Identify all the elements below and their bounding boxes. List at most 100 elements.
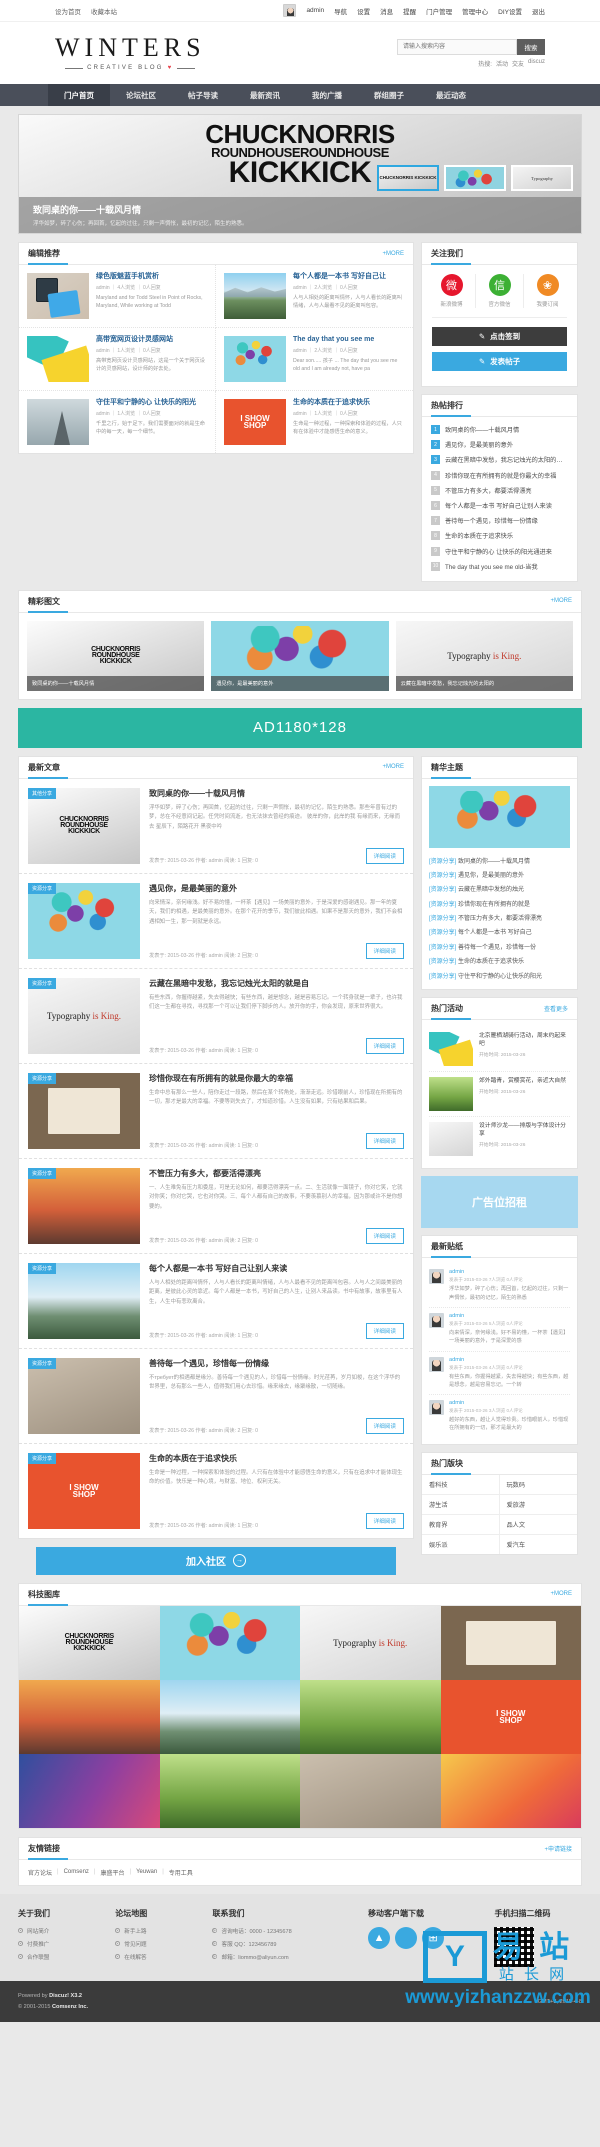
- footer-link[interactable]: ❂ 付费推广: [18, 1940, 115, 1948]
- avatar[interactable]: [429, 1312, 444, 1328]
- nav-item-guide[interactable]: 帖子导读: [172, 84, 234, 106]
- pic-card[interactable]: Typography is King. 云藏在黑暗中发愁，我忘记烛光的太阳的: [395, 620, 573, 691]
- tech-gallery-more[interactable]: +MORE: [550, 1591, 572, 1597]
- article-row[interactable]: 其他分享 CHUCKNORRIS ROUNDHOUSE KICKKICK 致同桌的你—…: [19, 779, 413, 874]
- editor-item-title[interactable]: 绿色版魅蓝手机赏析: [96, 273, 207, 281]
- footer-link[interactable]: ❂ 在线解答: [115, 1953, 212, 1961]
- rank-title[interactable]: 云藏在黑暗中发愁，我忘记烛光的太阳的就是自: [445, 455, 568, 464]
- editor-item-title[interactable]: 高带宽网页设计灵感网站: [96, 336, 207, 344]
- user-avatar-icon[interactable]: [283, 4, 297, 17]
- article-title[interactable]: 每个人都是一本书 写好自己让别人来读: [149, 1263, 404, 1274]
- list-item[interactable]: [资源分享] 珍惜你现在有所拥有的就是: [429, 896, 570, 910]
- article-title[interactable]: 珍惜你现在有所拥有的就是你最大的幸福: [149, 1073, 404, 1084]
- essence-featured-image[interactable]: [429, 785, 570, 848]
- avatar[interactable]: [429, 1356, 444, 1372]
- hot-word-1[interactable]: 活动: [496, 59, 508, 68]
- section-link[interactable]: 品人文: [499, 1515, 577, 1535]
- nav-item-recent[interactable]: 最近动态: [420, 84, 482, 106]
- pic-card[interactable]: 遇见你，是最美丽的意外: [211, 620, 389, 691]
- hot-word-3[interactable]: discuz: [528, 59, 545, 68]
- read-more-button[interactable]: 详细阅读: [365, 1322, 404, 1339]
- list-item[interactable]: admin 发表于 2015-03-26 5人浏览 0人评论 向来情深，奈何缘浅。好…: [429, 1308, 570, 1352]
- activity-title[interactable]: 设计师沙龙——排版与字体设计分享: [479, 1122, 570, 1138]
- list-item[interactable]: [资源分享] 致同桌的你——十载风月情: [429, 853, 570, 867]
- list-item[interactable]: [资源分享] 生命的本质在于追求快乐: [429, 954, 570, 968]
- social-weibo[interactable]: 微 新浪微博: [428, 274, 475, 308]
- article-title[interactable]: 遇见你，是最美丽的意外: [149, 883, 404, 894]
- article-title[interactable]: 致同桌的你——十载风月情: [149, 788, 404, 799]
- ad-banner[interactable]: AD1180*128: [18, 707, 582, 748]
- apple-icon[interactable]: [395, 1926, 418, 1949]
- gallery-item[interactable]: [159, 1753, 300, 1828]
- editor-item[interactable]: The day that you see me admin ｜ 2人浏览 ｜ 0…: [216, 328, 413, 391]
- list-item[interactable]: 北京雁栖湖骑行活动，周末约起来吧 开始时间: 2015-03-26: [429, 1027, 570, 1073]
- search-button[interactable]: 搜索: [517, 38, 545, 55]
- essence-text[interactable]: 不管压力有多大，都要活得漂亮: [458, 916, 542, 922]
- hero-thumb-2[interactable]: [444, 165, 506, 191]
- topbar-nav[interactable]: 导航: [334, 6, 347, 16]
- windows-icon[interactable]: ⊞: [422, 1926, 445, 1949]
- list-item[interactable]: 6 每个人都是一本书 写好自己让别人来读: [431, 498, 568, 513]
- list-item[interactable]: 9 守住平和宁静的心 让快乐的阳光通进来: [431, 544, 568, 559]
- gallery-item[interactable]: [440, 1605, 581, 1680]
- editor-item[interactable]: 守住平和宁静的心 让快乐的阳光 admin ｜ 1人浏览 ｜ 0人回复 千里之行…: [19, 391, 216, 453]
- gallery-item[interactable]: [300, 1679, 441, 1754]
- post-author[interactable]: admin: [449, 1269, 570, 1275]
- topbar-messages[interactable]: 消息: [380, 6, 393, 16]
- nav-item-forum[interactable]: 论坛社区: [110, 84, 172, 106]
- list-item[interactable]: [资源分享] 不管压力有多大，都要活得漂亮: [429, 910, 570, 924]
- read-more-button[interactable]: 详细阅读: [365, 847, 404, 864]
- pic-text-more[interactable]: +MORE: [550, 598, 572, 604]
- list-item[interactable]: 7 善待每一个遇见，珍惜每一份情缘: [431, 513, 568, 528]
- rank-title[interactable]: 守住平和宁静的心 让快乐的阳光通进来: [445, 547, 552, 556]
- rank-title[interactable]: 善待每一个遇见，珍惜每一份情缘: [445, 516, 538, 525]
- apply-link-button[interactable]: +申请链接: [544, 1844, 572, 1853]
- social-wechat[interactable]: 信 官方微信: [475, 274, 523, 308]
- activity-title[interactable]: 郊外踏青，赏樱赏花，亲近大自然: [479, 1077, 566, 1085]
- friend-link[interactable]: Comsenz: [64, 1869, 89, 1875]
- read-more-button[interactable]: 详细阅读: [365, 942, 404, 959]
- friend-link[interactable]: 专用工具: [169, 1868, 193, 1877]
- editor-item-title[interactable]: 生命的本质在于追求快乐: [293, 399, 405, 407]
- list-item[interactable]: [资源分享] 遇见你，是最美丽的意外: [429, 867, 570, 881]
- section-link[interactable]: 看科技: [422, 1474, 500, 1495]
- section-link[interactable]: 爱汽车: [500, 1535, 578, 1554]
- article-row[interactable]: 资源分享 I SHOW SHOP 生命的本质在于追求快乐 生命是一种过程，一种探索和…: [19, 1444, 413, 1538]
- post-button[interactable]: ✎ 发表帖子: [432, 352, 567, 371]
- avatar[interactable]: [429, 1400, 444, 1416]
- list-item[interactable]: 设计师沙龙——排版与字体设计分享 开始时间: 2015-03-26: [429, 1117, 570, 1161]
- gallery-item[interactable]: [440, 1753, 581, 1828]
- rank-title[interactable]: 每个人都是一本书 写好自己让别人来读: [445, 501, 552, 510]
- section-link[interactable]: 教育界: [422, 1514, 500, 1535]
- social-rss[interactable]: ❀ 我要订阅: [523, 274, 571, 308]
- gallery-item[interactable]: [19, 1679, 160, 1754]
- list-item[interactable]: [资源分享] 善待每一个遇见，珍惜每一份: [429, 939, 570, 953]
- editor-item[interactable]: 每个人都是一本书 写好自己让 admin ｜ 2人浏览 ｜ 0人回复 人与人相处…: [216, 265, 413, 328]
- article-title[interactable]: 生命的本质在于追求快乐: [149, 1453, 404, 1464]
- list-item[interactable]: 1 致同桌的你——十载风月情: [431, 422, 568, 437]
- gallery-item[interactable]: [159, 1679, 300, 1754]
- article-row[interactable]: 资源分享 遇见你，是最美丽的意外 向来情深，奈何缘浅。好不易的懂，一杯茶【遇见】…: [19, 874, 413, 969]
- rank-title[interactable]: 致同桌的你——十载风月情: [445, 425, 519, 434]
- list-item[interactable]: 8 生命的本质在于追求快乐: [431, 528, 568, 543]
- footer-link[interactable]: ❂ 常见问题: [115, 1940, 212, 1948]
- essence-text[interactable]: 云藏在黑暗中发愁的烛光: [458, 887, 524, 893]
- post-author[interactable]: admin: [449, 1313, 570, 1319]
- topbar-user-admin[interactable]: admin: [306, 7, 324, 14]
- topbar-diy-settings[interactable]: DIY设置: [498, 6, 522, 16]
- topbar-logout[interactable]: 退出: [532, 6, 545, 16]
- hero-thumb-1[interactable]: CHUCKNORRIS KICKKICK: [377, 165, 439, 191]
- editor-item[interactable]: 绿色版魅蓝手机赏析 admin ｜ 4人浏览 ｜ 0人回复 Maryland a…: [19, 265, 216, 328]
- powered-name[interactable]: Discuz! X3.2: [49, 1993, 82, 1999]
- avatar[interactable]: [429, 1269, 444, 1285]
- footer-link[interactable]: ❂ 新手上路: [115, 1927, 212, 1935]
- friend-link[interactable]: 康盛平台: [100, 1868, 124, 1877]
- article-title[interactable]: 不管压力有多大，都要活得漂亮: [149, 1168, 404, 1179]
- post-author[interactable]: admin: [449, 1400, 570, 1406]
- list-item[interactable]: 10 The day that you see me old-当我: [431, 559, 568, 574]
- site-logo[interactable]: WINTERS CREATIVE BLOG ♥: [55, 35, 206, 72]
- read-more-button[interactable]: 详细阅读: [365, 1037, 404, 1054]
- gallery-item[interactable]: Typography is King.: [300, 1605, 441, 1680]
- list-item[interactable]: [资源分享] 每个人都是一本书 写好自己: [429, 925, 570, 939]
- android-icon[interactable]: ▲: [368, 1926, 391, 1949]
